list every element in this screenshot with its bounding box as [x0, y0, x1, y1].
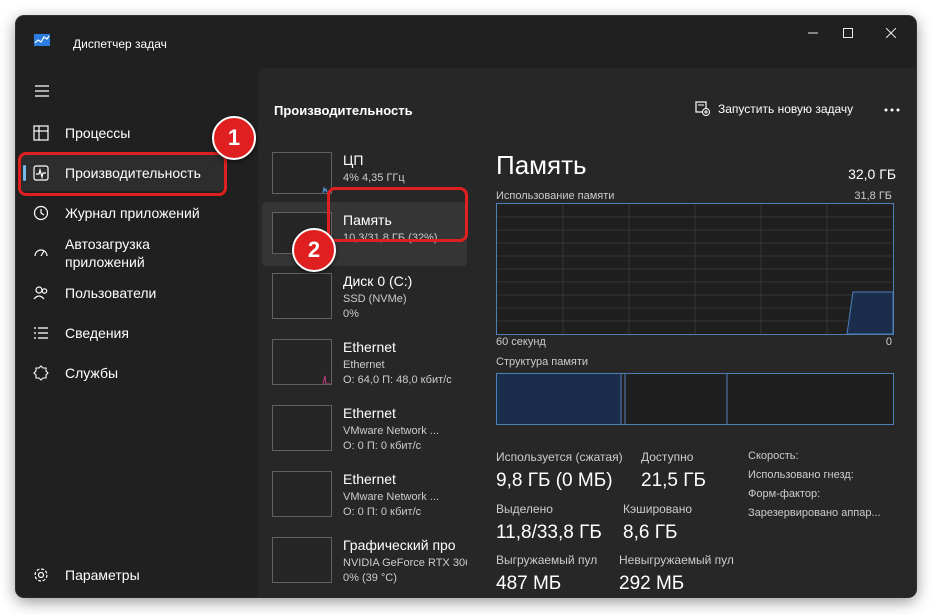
resource-item-ethernet-2[interactable]: Ethernet VMware Network ... О: 0 П: 0 кб… [262, 403, 467, 467]
maximize-button[interactable] [831, 22, 865, 44]
minimize-icon [808, 32, 818, 34]
callout-highlight-memory [327, 187, 468, 242]
performance-pane: Производительность Запустить новую задач… [258, 68, 916, 597]
callout-badge-1: 1 [212, 116, 256, 160]
ethernet-thumbnail-graph [272, 471, 332, 517]
resource-item-ethernet-3[interactable]: Ethernet VMware Network ... О: 0 П: 0 кб… [262, 469, 467, 533]
task-manager-window: Диспетчер задач Процессы Производительно… [16, 16, 916, 597]
stat-label: Доступно [641, 450, 694, 464]
resource-item-disk[interactable]: Диск 0 (C:) SSD (NVMe) 0% [262, 271, 467, 335]
sidebar-item-label: Журнал приложений [65, 205, 200, 221]
disk-thumbnail-graph [272, 273, 332, 319]
sidebar-item-app-history[interactable]: Журнал приложений [21, 195, 224, 231]
hardware-reserved-label: Зарезервировано аппар... [748, 507, 881, 519]
resource-name: Ethernet [343, 405, 396, 421]
sidebar-item-label: Процессы [65, 125, 131, 141]
stat-label: Выгружаемый пул [496, 553, 598, 567]
resource-item-gpu[interactable]: Графический про NVIDIA GeForce RTX 306 0… [262, 535, 467, 597]
slots-used-label: Использовано гнезд: [748, 469, 854, 481]
sidebar-item-settings[interactable]: Параметры [21, 557, 224, 593]
sidebar-item-startup-apps[interactable]: Автозагрузка приложений [21, 235, 224, 271]
close-icon [886, 28, 896, 38]
memory-usage-graph [496, 203, 894, 335]
stat-value: 487 МБ [496, 573, 562, 594]
run-new-task-button[interactable]: Запустить новую задачу [695, 101, 853, 116]
services-icon [32, 364, 50, 382]
resource-detail: VMware Network ... [343, 491, 439, 503]
resource-detail: 0% [343, 308, 359, 320]
stat-label: Выделено [496, 502, 553, 516]
detail-title: Память [496, 150, 587, 180]
sidebar-item-label: Пользователи [65, 285, 157, 301]
run-new-task-label: Запустить новую задачу [718, 101, 854, 116]
title-bar[interactable]: Диспетчер задач [16, 16, 916, 56]
task-manager-app-icon [34, 34, 50, 46]
form-factor-label: Форм-фактор: [748, 488, 821, 500]
stat-value: 9,8 ГБ (0 МБ) [496, 470, 613, 491]
graph-time-right: 0 [885, 336, 892, 348]
resource-name: Диск 0 (C:) [343, 273, 413, 289]
close-button[interactable] [874, 22, 908, 44]
stat-label: Кэшировано [623, 502, 693, 516]
window-title: Диспетчер задач [73, 37, 167, 51]
stat-value: 8,6 ГБ [623, 522, 678, 543]
sidebar-item-label: Сведения [65, 325, 129, 341]
stat-value: 11,8/33,8 ГБ [496, 522, 602, 543]
maximize-icon [843, 28, 853, 38]
ethernet-thumbnail-graph [272, 405, 332, 451]
ethernet-thumbnail-graph [272, 339, 332, 385]
resource-detail: SSD (NVMe) [343, 293, 407, 305]
sidebar-item-details[interactable]: Сведения [21, 315, 224, 351]
resource-name: Ethernet [343, 339, 396, 355]
resource-name: Ethernet [343, 471, 396, 487]
history-icon [32, 204, 50, 222]
more-options-icon[interactable] [882, 104, 902, 116]
users-icon [32, 284, 50, 302]
sidebar-item-users[interactable]: Пользователи [21, 275, 224, 311]
details-icon [32, 324, 50, 342]
memory-total: 32,0 ГБ [848, 166, 896, 182]
sidebar-item-label: Автозагрузка приложений [65, 236, 150, 270]
resource-detail: VMware Network ... [343, 425, 439, 437]
cpu-thumbnail-graph [272, 152, 332, 194]
resource-item-ethernet-1[interactable]: Ethernet Ethernet О: 64,0 П: 48,0 кбит/с [262, 337, 467, 401]
gear-icon [32, 566, 50, 584]
sidebar-item-services[interactable]: Службы [21, 355, 224, 391]
resource-detail: 0% (39 °C) [343, 572, 397, 584]
callout-badge-2: 2 [292, 228, 336, 272]
gpu-thumbnail-graph [272, 537, 332, 583]
resource-detail: О: 64,0 П: 48,0 кбит/с [343, 374, 452, 386]
minimize-button[interactable] [796, 22, 830, 44]
resource-detail: 4% 4,35 ГГц [343, 172, 405, 184]
memory-structure-label: Структура памяти [496, 356, 589, 368]
resource-detail: NVIDIA GeForce RTX 306 [343, 557, 467, 569]
resource-name: Графический про [343, 537, 456, 553]
page-title: Производительность [274, 103, 413, 118]
processes-icon [32, 124, 50, 142]
resource-name: ЦП [343, 152, 364, 168]
resource-detail: О: 0 П: 0 кбит/с [343, 440, 422, 452]
hamburger-menu-icon[interactable] [34, 84, 50, 98]
startup-icon [32, 244, 50, 262]
speed-label: Скорость: [748, 450, 799, 462]
memory-structure-bar [496, 373, 894, 425]
usage-graph-label: Использование памяти [496, 190, 615, 202]
stat-label: Используется (сжатая) [496, 450, 623, 464]
sidebar-item-processes[interactable]: Процессы [21, 115, 224, 151]
new-task-icon [695, 101, 710, 116]
callout-highlight-performance [18, 152, 227, 196]
stat-value: 292 МБ [619, 573, 685, 594]
sidebar-item-label: Параметры [65, 567, 140, 583]
resource-detail: Ethernet [343, 359, 385, 371]
usage-graph-max: 31,8 ГБ [854, 190, 892, 202]
graph-time-left: 60 секунд [496, 336, 546, 348]
stat-label: Невыгружаемый пул [619, 553, 734, 567]
sidebar-item-label: Службы [65, 365, 119, 381]
resource-detail: О: 0 П: 0 кбит/с [343, 506, 422, 518]
stat-value: 21,5 ГБ [641, 470, 707, 491]
